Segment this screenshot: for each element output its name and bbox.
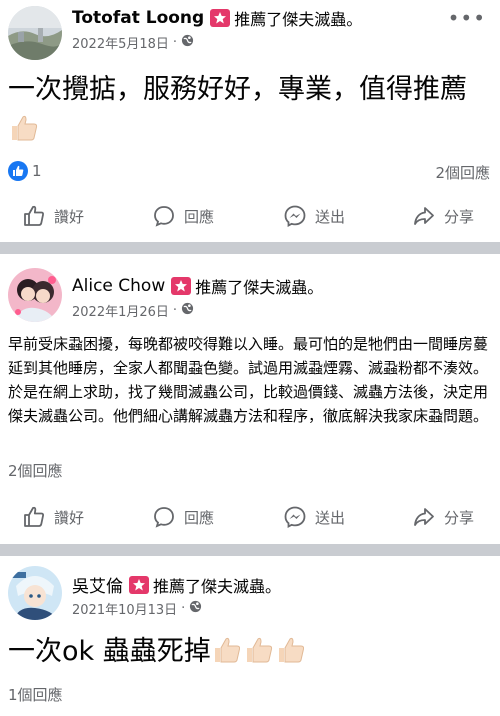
thumbs-up-emoji xyxy=(211,636,243,667)
comment-button[interactable]: 回應 xyxy=(152,505,214,529)
author-name[interactable]: Alice Chow xyxy=(72,276,165,296)
post-2: Alice Chow 推薦了傑夫滅蟲。 2022年1月26日 · 早前受床蝨困擾… xyxy=(0,254,500,544)
recommend-text: 推薦了傑夫滅蟲。 xyxy=(234,10,363,29)
like-label: 讚好 xyxy=(54,508,85,527)
post-divider xyxy=(0,242,500,254)
more-icon[interactable]: ••• xyxy=(448,6,486,30)
comment-count[interactable]: 2個回應 xyxy=(435,162,490,183)
avatar[interactable] xyxy=(8,566,62,620)
post-date[interactable]: 2022年5月18日 xyxy=(72,33,169,52)
recommend-text: 推薦了傑夫滅蟲。 xyxy=(153,576,282,596)
send-label: 送出 xyxy=(315,207,346,226)
share-icon xyxy=(414,508,434,526)
avatar[interactable] xyxy=(8,6,62,60)
meta-separator: · xyxy=(181,601,186,616)
reaction-count[interactable]: 1 xyxy=(32,162,42,180)
post-3: 吳艾倫 推薦了傑夫滅蟲。 2021年10月13日 · 一次ok 蟲蟲死掉 1個回… xyxy=(0,556,500,716)
messenger-icon xyxy=(284,205,306,228)
thumbs-up-emoji xyxy=(275,636,307,667)
recommend-text: 推薦了傑夫滅蟲。 xyxy=(195,278,324,297)
author-name[interactable]: Totofat Loong xyxy=(72,8,204,28)
recommend-badge-icon xyxy=(210,9,231,27)
like-outline-icon xyxy=(24,205,44,226)
comment-icon xyxy=(154,507,174,528)
globe-icon xyxy=(181,302,194,319)
post-divider xyxy=(0,544,500,556)
recommend-badge-icon xyxy=(129,575,149,594)
avatar[interactable] xyxy=(8,268,62,322)
comment-count[interactable]: 1個回應 xyxy=(8,684,63,705)
meta-separator: · xyxy=(172,35,178,50)
share-label: 分享 xyxy=(444,207,475,226)
like-button[interactable]: 讚好 xyxy=(22,204,84,228)
comment-label: 回應 xyxy=(184,508,215,527)
meta-separator: · xyxy=(172,303,178,318)
share-icon xyxy=(414,207,434,225)
comment-icon xyxy=(154,206,174,227)
post-text: 早前受床蝨困擾，每晚都被咬得難以入睡。最可怕的是牠們由一間睡房蔓延到其他睡房，全… xyxy=(8,335,489,425)
share-button[interactable]: 分享 xyxy=(412,204,474,228)
messenger-icon xyxy=(284,506,306,529)
comment-button[interactable]: 回應 xyxy=(152,204,214,228)
post-date[interactable]: 2022年1月26日 xyxy=(72,301,169,320)
author-name[interactable]: 吳艾倫 xyxy=(72,572,123,597)
post-1: Totofat Loong 推薦了傑夫滅蟲。 2022年5月18日 · ••• … xyxy=(0,0,500,242)
send-button[interactable]: 送出 xyxy=(283,204,345,228)
share-button[interactable]: 分享 xyxy=(412,505,474,529)
globe-icon xyxy=(189,600,202,617)
thumbs-up-emoji xyxy=(243,636,275,667)
comment-label: 回應 xyxy=(184,207,215,226)
globe-icon xyxy=(181,34,194,51)
like-reaction-icon[interactable] xyxy=(8,161,28,181)
post-text: 一次ok 蟲蟲死掉 xyxy=(8,632,496,672)
comment-count[interactable]: 2個回應 xyxy=(8,460,63,481)
post-date[interactable]: 2021年10月13日 xyxy=(72,599,177,618)
recommend-badge-icon xyxy=(171,277,192,295)
post-text: 一次攪掂，服務好好，專業，值得推薦 xyxy=(8,70,496,150)
send-label: 送出 xyxy=(315,508,346,527)
thumbs-up-emoji xyxy=(8,114,40,145)
share-label: 分享 xyxy=(444,508,475,527)
send-button[interactable]: 送出 xyxy=(283,505,345,529)
like-label: 讚好 xyxy=(54,207,85,226)
like-outline-icon xyxy=(24,506,44,527)
like-button[interactable]: 讚好 xyxy=(22,505,84,529)
